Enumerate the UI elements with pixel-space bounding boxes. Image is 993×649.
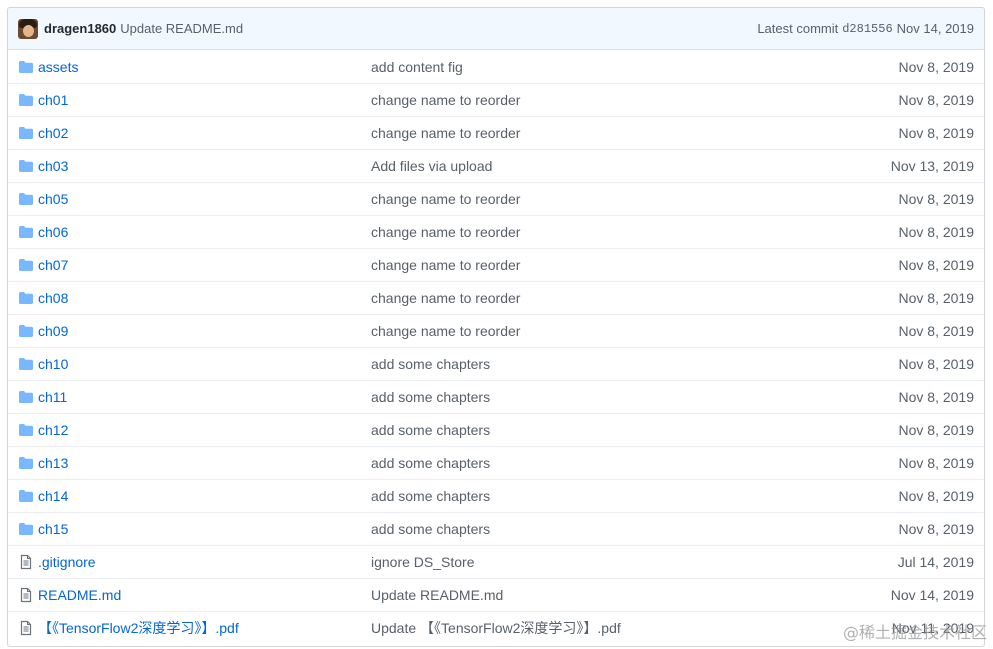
commit-age: Nov 8, 2019 <box>898 224 975 240</box>
folder-icon <box>18 455 34 471</box>
file-name-link[interactable]: ch12 <box>38 422 371 438</box>
file-row[interactable]: ch13 add some chapters Nov 8, 2019 <box>8 446 984 479</box>
commit-age: Nov 8, 2019 <box>898 422 975 438</box>
folder-icon <box>18 191 34 207</box>
commit-age: Jul 14, 2019 <box>897 554 974 570</box>
file-row[interactable]: ch12 add some chapters Nov 8, 2019 <box>8 413 984 446</box>
file-name-link[interactable]: ch05 <box>38 191 371 207</box>
file-name-link[interactable]: .gitignore <box>38 554 371 570</box>
file-name-link[interactable]: ch11 <box>38 389 371 405</box>
latest-commit-label: Latest commit <box>757 21 839 36</box>
commit-age: Nov 8, 2019 <box>898 257 975 273</box>
commit-message-link[interactable]: Update 【《TensorFlow2深度学习》】.pdf <box>371 618 751 638</box>
commit-message-link[interactable]: change name to reorder <box>371 323 751 339</box>
file-icon <box>18 620 34 636</box>
file-name-link[interactable]: ch15 <box>38 521 371 537</box>
commit-message[interactable]: Update README.md <box>120 21 243 36</box>
folder-icon <box>18 422 34 438</box>
file-row[interactable]: assets add content fig Nov 8, 2019 <box>8 50 984 83</box>
file-name-link[interactable]: assets <box>38 59 371 75</box>
watermark: @稀土掘金技术社区 <box>842 623 987 642</box>
commit-age: Nov 8, 2019 <box>898 125 975 141</box>
commit-message-link[interactable]: add some chapters <box>371 488 751 504</box>
commit-sha[interactable]: d281556 <box>842 22 892 36</box>
commit-date: Nov 14, 2019 <box>896 21 974 36</box>
file-row[interactable]: ch11 add some chapters Nov 8, 2019 <box>8 380 984 413</box>
file-row[interactable]: ch02 change name to reorder Nov 8, 2019 <box>8 116 984 149</box>
folder-icon <box>18 323 34 339</box>
file-name-link[interactable]: ch01 <box>38 92 371 108</box>
commit-message-link[interactable]: add some chapters <box>371 455 751 471</box>
commit-message-link[interactable]: change name to reorder <box>371 125 751 141</box>
file-name-link[interactable]: README.md <box>38 587 371 603</box>
commit-age: Nov 8, 2019 <box>898 356 975 372</box>
file-row[interactable]: .gitignore ignore DS_Store Jul 14, 2019 <box>8 545 984 578</box>
commit-age: Nov 8, 2019 <box>898 389 975 405</box>
folder-icon <box>18 389 34 405</box>
commit-message-link[interactable]: Update README.md <box>371 587 751 603</box>
commit-author[interactable]: dragen1860 <box>44 21 116 36</box>
commit-message-link[interactable]: add some chapters <box>371 422 751 438</box>
file-row[interactable]: ch10 add some chapters Nov 8, 2019 <box>8 347 984 380</box>
commit-age: Nov 8, 2019 <box>898 191 975 207</box>
file-name-link[interactable]: ch03 <box>38 158 371 174</box>
file-name-link[interactable]: 【《TensorFlow2深度学习》】.pdf <box>38 618 371 638</box>
commit-age: Nov 8, 2019 <box>898 488 975 504</box>
commit-message-link[interactable]: add some chapters <box>371 356 751 372</box>
file-name-link[interactable]: ch13 <box>38 455 371 471</box>
commit-age: Nov 8, 2019 <box>898 455 975 471</box>
file-row[interactable]: ch01 change name to reorder Nov 8, 2019 <box>8 83 984 116</box>
file-row[interactable]: README.md Update README.md Nov 14, 2019 <box>8 578 984 611</box>
file-name-link[interactable]: ch08 <box>38 290 371 306</box>
file-name-link[interactable]: ch09 <box>38 323 371 339</box>
file-row[interactable]: ch06 change name to reorder Nov 8, 2019 <box>8 215 984 248</box>
file-icon <box>18 587 34 603</box>
commit-age: Nov 13, 2019 <box>890 158 974 174</box>
file-name-link[interactable]: ch14 <box>38 488 371 504</box>
file-row[interactable]: 【《TensorFlow2深度学习》】.pdf Update 【《TensorFl… <box>8 611 984 644</box>
commit-age: Nov 8, 2019 <box>898 521 975 537</box>
commit-message-link[interactable]: change name to reorder <box>371 191 751 207</box>
file-name-link[interactable]: ch06 <box>38 224 371 240</box>
commit-message-link[interactable]: change name to reorder <box>371 290 751 306</box>
file-row[interactable]: ch14 add some chapters Nov 8, 2019 <box>8 479 984 512</box>
folder-icon <box>18 356 34 372</box>
commit-message-link[interactable]: change name to reorder <box>371 257 751 273</box>
file-row[interactable]: ch09 change name to reorder Nov 8, 2019 <box>8 314 984 347</box>
commit-message-link[interactable]: change name to reorder <box>371 92 751 108</box>
commit-message-link[interactable]: change name to reorder <box>371 224 751 240</box>
folder-icon <box>18 521 34 537</box>
folder-icon <box>18 257 34 273</box>
file-row[interactable]: ch08 change name to reorder Nov 8, 2019 <box>8 281 984 314</box>
commit-message-link[interactable]: add some chapters <box>371 389 751 405</box>
folder-icon <box>18 158 34 174</box>
commit-message-link[interactable]: Add files via upload <box>371 158 751 174</box>
commit-age: Nov 8, 2019 <box>898 323 975 339</box>
folder-icon <box>18 92 34 108</box>
commit-age: Nov 8, 2019 <box>898 58 975 75</box>
file-name-link[interactable]: ch07 <box>38 257 371 273</box>
avatar[interactable] <box>18 18 38 39</box>
commit-age: Nov 8, 2019 <box>898 92 975 108</box>
file-list: assets add content fig Nov 8, 2019 ch01 chan… <box>8 50 984 644</box>
file-icon <box>18 554 34 570</box>
file-name-link[interactable]: ch02 <box>38 125 371 141</box>
commit-message-link[interactable]: add some chapters <box>371 521 751 537</box>
folder-icon <box>18 290 34 306</box>
file-row[interactable]: ch15 add some chapters Nov 8, 2019 <box>8 512 984 545</box>
file-row[interactable]: ch05 change name to reorder Nov 8, 2019 <box>8 182 984 215</box>
commit-message-link[interactable]: ignore DS_Store <box>371 554 751 570</box>
folder-icon <box>18 488 34 504</box>
file-name-link[interactable]: ch10 <box>38 356 371 372</box>
file-row[interactable]: ch03 Add files via upload Nov 13, 2019 <box>8 149 984 182</box>
folder-icon <box>18 224 34 240</box>
file-row[interactable]: ch07 change name to reorder Nov 8, 2019 <box>8 248 984 281</box>
commit-message-link[interactable]: add content fig <box>371 59 751 75</box>
latest-commit-bar: dragen1860 Update README.md Latest commi… <box>8 8 984 50</box>
commit-age: Nov 8, 2019 <box>898 290 975 306</box>
commit-age: Nov 14, 2019 <box>890 587 974 603</box>
folder-icon <box>18 59 34 75</box>
folder-icon <box>18 125 34 141</box>
file-browser: dragen1860 Update README.md Latest commi… <box>7 7 985 647</box>
